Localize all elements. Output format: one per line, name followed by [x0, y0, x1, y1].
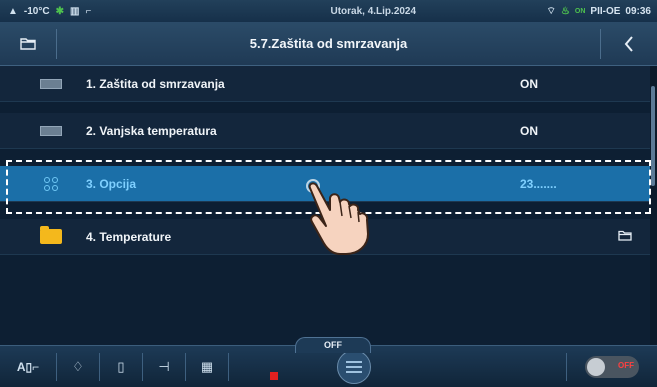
outdoor-temperature-icon: ▲ [8, 5, 18, 17]
wifi-icon: ⌔ [546, 5, 556, 17]
flame-button[interactable]: ♢ [57, 346, 99, 387]
fan-icon: ✱ [55, 5, 64, 17]
tap-button[interactable]: ⊣ [143, 346, 185, 387]
dots-grid-icon [36, 176, 66, 191]
folder-outline-icon [20, 38, 36, 50]
status-date: Utorak, 4.Lip.2024 [330, 5, 417, 17]
mode-button[interactable]: A▯⌐ [0, 346, 56, 387]
list-item-value: ON [520, 123, 538, 138]
tap-icon: ⌐ [85, 5, 92, 17]
chevron-left-icon [624, 35, 633, 52]
flame-icon: ♨ [560, 5, 570, 17]
header: 5.7.Zaštita od smrzavanja [0, 22, 657, 66]
radiator-icon: ▥ [69, 5, 80, 17]
folder-icon [36, 226, 66, 244]
boiler-button[interactable]: ▯ [100, 346, 142, 387]
list-item-label: 1. Zaštita od smrzavanja [86, 76, 225, 91]
toggle-label: OFF [618, 360, 634, 370]
list-item-value: ON [520, 76, 538, 91]
power-toggle[interactable]: OFF [567, 346, 657, 387]
tap-icon: ⊣ [158, 358, 170, 374]
tap-hand-icon [306, 179, 369, 255]
device-icon [36, 124, 66, 138]
folder-open-icon [520, 230, 650, 244]
status-bar: ▲ -10°C ✱ ▥ ⌐ Utorak, 4.Lip.2024 ⌔ ♨ ON … [0, 0, 657, 22]
on-indicator: ON [574, 7, 586, 15]
flame-outline-icon: ♢ [72, 358, 84, 374]
clock: 09:36 [625, 5, 651, 17]
folder-button[interactable] [0, 22, 56, 66]
list-item-outdoor-temperature[interactable]: 2. Vanjska temperatura ON [0, 113, 650, 149]
scroll-thumb[interactable] [651, 86, 655, 186]
scrollbar[interactable] [650, 66, 657, 345]
list-item-label: 2. Vanjska temperatura [86, 123, 217, 138]
menu-icon [337, 349, 371, 384]
status-code: PII-OE [590, 5, 621, 17]
list-item-value: 23....... [520, 176, 557, 191]
back-button[interactable] [601, 22, 657, 66]
toggle-switch: OFF [585, 355, 639, 378]
stop-icon [270, 371, 278, 380]
radiator-button[interactable]: ▦ [186, 346, 228, 387]
auto-mode-icon: A▯⌐ [16, 359, 40, 374]
radiator-icon: ▦ [200, 358, 214, 374]
list-item-frost-protection[interactable]: 1. Zaštita od smrzavanja ON [0, 66, 650, 102]
page-title: 5.7.Zaštita od smrzavanja [249, 36, 408, 51]
off-status-tab: OFF [295, 337, 371, 353]
device-icon [36, 77, 66, 91]
outdoor-temperature: -10°C [23, 5, 50, 17]
boiler-icon: ▯ [117, 358, 125, 374]
